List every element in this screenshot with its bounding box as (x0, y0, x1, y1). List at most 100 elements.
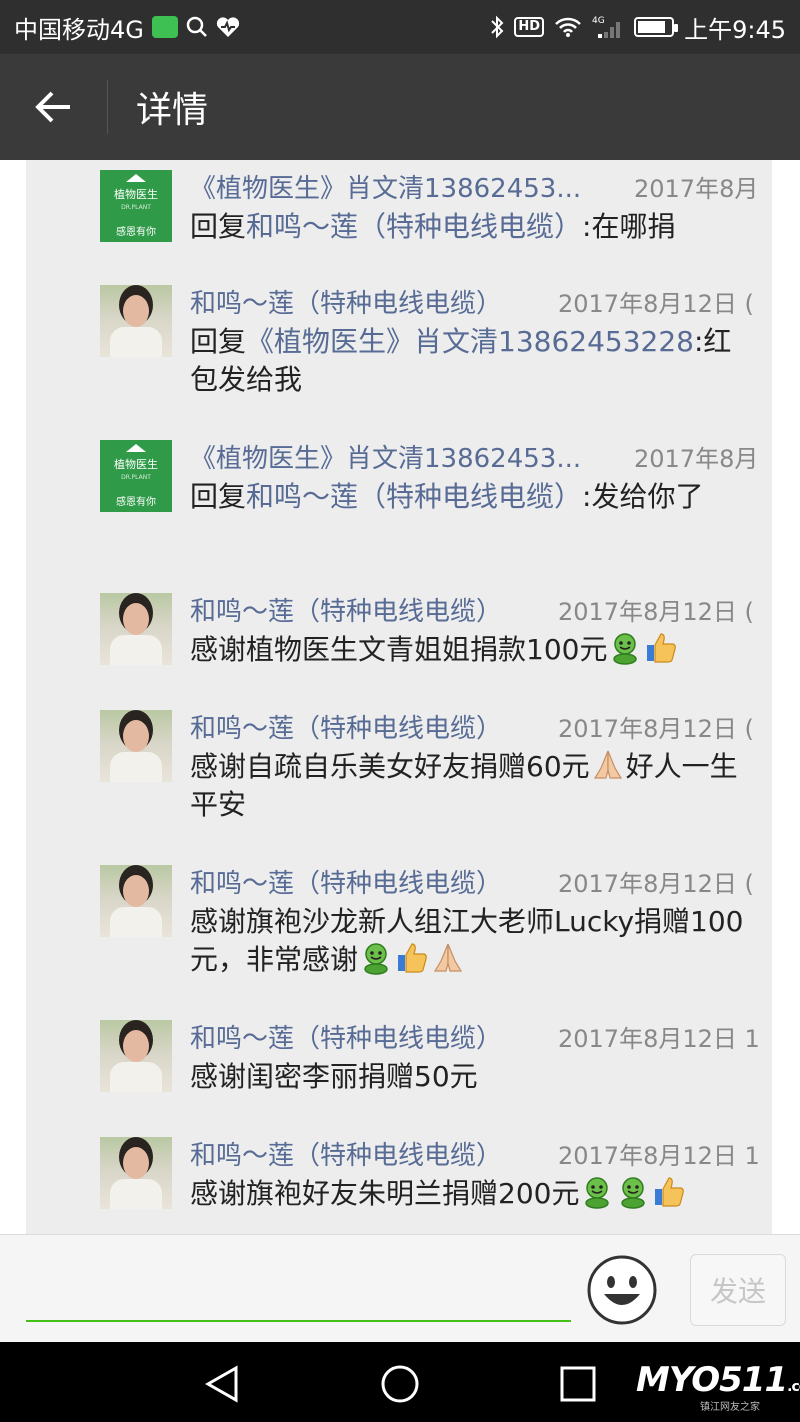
avatar-head (123, 875, 149, 907)
commenter-name[interactable]: 和鸣～莲（特种电线电缆） (190, 1135, 502, 1169)
page-title: 详情 (136, 90, 209, 131)
comment-meta: 和鸣～莲（特种电线电缆） 2017年8月12日 ( (190, 583, 760, 625)
avatar[interactable] (100, 710, 172, 782)
comment-text: 感谢旗袍沙龙新人组江大老师Lucky捐赠100元，非常感谢 (190, 903, 750, 979)
avatar[interactable]: 植物医生 DR.PLANT 感恩有你 (100, 170, 172, 242)
search-icon (186, 16, 208, 38)
avatar[interactable] (100, 593, 172, 665)
watermark-subtext: 镇江网友之家 (700, 1402, 760, 1413)
heart-icon (216, 16, 240, 38)
praying-hands-icon (591, 748, 625, 782)
comment-meta: 和鸣～莲（特种电线电缆） 2017年8月12日 ( (190, 855, 760, 897)
commenter-name[interactable]: 和鸣～莲（特种电线电缆） (190, 1018, 502, 1052)
wifi-icon (554, 16, 582, 38)
comment-meta: 《植物医生》肖文清13862453... 2017年8月 (190, 160, 760, 202)
commenter-name[interactable]: 《植物医生》肖文清13862453... (190, 438, 581, 472)
avatar-text: DR.PLANT (121, 474, 151, 481)
commenter-name[interactable]: 和鸣～莲（特种电线电缆） (190, 863, 502, 897)
logo-roof (126, 174, 146, 182)
comment-body: 感谢自疏自乐美女好友捐赠60元 (190, 750, 590, 783)
carrier-label: 中国移动4G (14, 15, 144, 44)
send-button[interactable]: 发送 (690, 1254, 786, 1326)
reply-target-link[interactable]: 《植物医生》肖文清13862453228 (246, 325, 694, 358)
avatar-body (110, 1179, 162, 1209)
nav-back-button[interactable] (202, 1364, 242, 1404)
bluetooth-icon (490, 15, 504, 39)
comment-time: 2017年8月12日 ( (558, 715, 754, 742)
smiley-icon (587, 1255, 657, 1325)
emoji-button[interactable] (586, 1254, 658, 1326)
logo-roof (126, 444, 146, 452)
avatar[interactable] (100, 285, 172, 357)
avatar-body (110, 752, 162, 782)
status-bar: 中国移动4G HD 4G 上午9:45 (0, 0, 800, 54)
avatar-body (110, 1062, 162, 1092)
comment-text: 回复和鸣～莲（特种电线电缆）:在哪捐 (190, 208, 750, 246)
comment-text: 感谢闺密李丽捐赠50元 (190, 1058, 750, 1096)
circle-home-icon (381, 1365, 419, 1403)
square-recents-icon (560, 1366, 596, 1402)
input-bar (0, 1234, 800, 1342)
comment-body: 感谢旗袍沙龙新人组江大老师Lucky捐赠100元，非常感谢 (190, 905, 744, 976)
watermark-logo: MYO511 (636, 1360, 788, 1400)
avatar[interactable] (100, 865, 172, 937)
comment-text: 回复和鸣～莲（特种电线电缆）:发给你了 (190, 478, 750, 516)
avatar-text: 植物医生 (114, 188, 158, 201)
comment-time: 2017年8月12日 1 (558, 1142, 760, 1169)
comment-meta: 和鸣～莲（特种电线电缆） 2017年8月12日 ( (190, 275, 760, 317)
comment-input[interactable] (26, 1320, 571, 1322)
commenter-name[interactable]: 和鸣～莲（特种电线电缆） (190, 283, 502, 317)
back-button[interactable] (0, 54, 108, 160)
comment-item[interactable]: 和鸣～莲（特种电线电缆） 2017年8月12日 1 感谢旗袍好友朱明兰捐赠200元 (100, 1127, 760, 1210)
comment-meta: 和鸣～莲（特种电线电缆） 2017年8月12日 ( (190, 700, 760, 742)
avatar-head (123, 720, 149, 752)
comment-meta: 《植物医生》肖文清13862453... 2017年8月 (190, 430, 760, 472)
reply-prefix: 回复 (190, 480, 247, 513)
commenter-name[interactable]: 和鸣～莲（特种电线电缆） (190, 708, 502, 742)
comment-item[interactable]: 和鸣～莲（特种电线电缆） 2017年8月12日 1 感谢闺密李丽捐赠50元 (100, 1010, 760, 1093)
comment-body: 感谢旗袍好友朱明兰捐赠200元 (190, 1177, 580, 1210)
comment-text: 回复《植物医生》肖文清13862453228:红包发给我 (190, 323, 750, 399)
comment-meta: 和鸣～莲（特种电线电缆） 2017年8月12日 1 (190, 1127, 760, 1169)
commenter-name[interactable]: 《植物医生》肖文清13862453... (190, 168, 581, 202)
battery-icon (634, 17, 679, 37)
battery-level (638, 21, 666, 33)
avatar-text: 感恩有你 (116, 227, 156, 238)
arrow-left-icon (35, 91, 70, 123)
network-label: 4G (592, 16, 605, 26)
avatar-head (123, 603, 149, 635)
avatar-head (123, 1147, 149, 1179)
green-face-icon (616, 1175, 650, 1209)
comment-time: 2017年8月 (634, 445, 759, 472)
site-watermark: MYO511.com (636, 1360, 800, 1400)
reply-prefix: 回复 (190, 325, 247, 358)
comment-time: 2017年8月12日 1 (558, 1025, 760, 1052)
reply-target-link[interactable]: 和鸣～莲（特种电线电缆） (246, 210, 582, 243)
green-face-icon (580, 1175, 614, 1209)
avatar[interactable]: 植物医生 DR.PLANT 感恩有你 (100, 440, 172, 512)
comment-text: 感谢自疏自乐美女好友捐赠60元 好人一生平安 (190, 748, 750, 824)
comment-text: 感谢旗袍好友朱明兰捐赠200元 (190, 1175, 750, 1213)
avatar[interactable] (100, 1137, 172, 1209)
watermark-domain: .com (787, 1379, 800, 1395)
comment-item[interactable]: 和鸣～莲（特种电线电缆） 2017年8月12日 ( 感谢旗袍沙龙新人组江大老师Luc… (100, 855, 760, 976)
avatar-body (110, 907, 162, 937)
comment-body: 感谢闺密李丽捐赠50元 (190, 1060, 478, 1093)
comment-list[interactable]: 植物医生 DR.PLANT 感恩有你 《植物医生》肖文清13862453... 2017… (0, 160, 800, 1234)
comment-time: 2017年8月12日 ( (558, 870, 754, 897)
avatar-head (123, 1030, 149, 1062)
comment-item[interactable]: 和鸣～莲（特种电线电缆） 2017年8月12日 (感谢植物医生文青姐姐捐款100元 (100, 583, 760, 666)
header: 详情 (0, 54, 800, 160)
avatar[interactable] (100, 1020, 172, 1092)
comment-item[interactable]: 和鸣～莲（特种电线电缆） 2017年8月12日 ( 回复《植物医生》肖文清13862… (100, 275, 760, 396)
reply-target-link[interactable]: 和鸣～莲（特种电线电缆） (246, 480, 582, 513)
thumbs-up-icon (644, 631, 678, 665)
nav-home-button[interactable] (380, 1364, 420, 1404)
commenter-name[interactable]: 和鸣～莲（特种电线电缆） (190, 591, 502, 625)
comment-item[interactable]: 和鸣～莲（特种电线电缆） 2017年8月12日 ( 感谢自疏自乐美女好友捐赠60元好… (100, 700, 760, 821)
praying-hands-icon (431, 941, 465, 975)
nav-recents-button[interactable] (558, 1364, 598, 1404)
comment-time: 2017年8月12日 ( (558, 598, 754, 625)
comment-body: :在哪捐 (582, 210, 676, 243)
signal-icon: 4G (592, 14, 624, 40)
